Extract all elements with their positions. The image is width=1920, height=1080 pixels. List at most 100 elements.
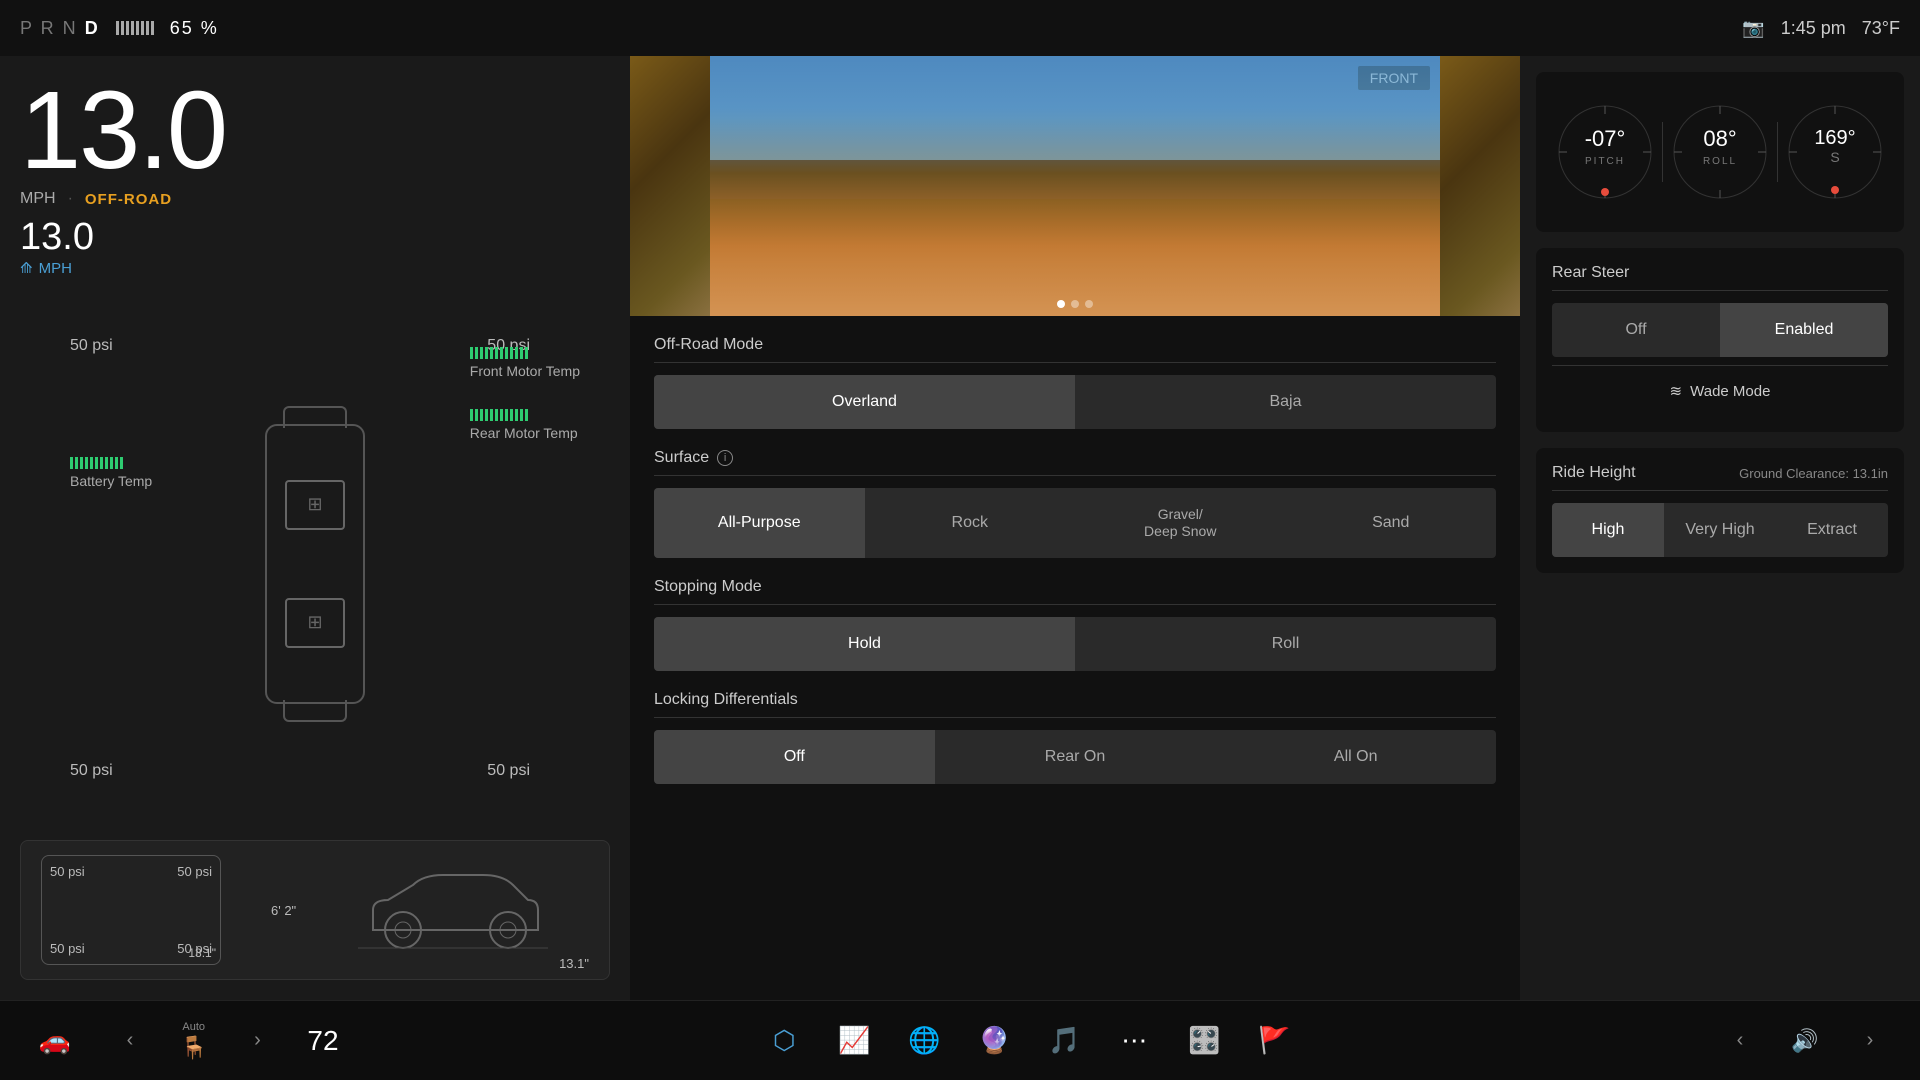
- controls-btn[interactable]: 🎛️: [1179, 1016, 1229, 1066]
- pitch-gauge-svg: -07° PITCH: [1555, 102, 1655, 202]
- tire-rear-left-psi: 50 psi: [70, 762, 113, 780]
- rear-steer-enabled-btn[interactable]: Enabled: [1720, 303, 1888, 357]
- speed-unit: MPH: [20, 190, 56, 208]
- rear-motor-temp: Rear Motor Temp: [470, 409, 580, 441]
- surface-rock-btn[interactable]: Rock: [865, 488, 1076, 558]
- bluetooth-btn[interactable]: ⬡: [759, 1016, 809, 1066]
- stopping-hold-btn[interactable]: Hold: [654, 617, 1075, 671]
- volume-back-btn[interactable]: ‹: [1720, 1021, 1760, 1061]
- diff-allon-btn[interactable]: All On: [1215, 730, 1496, 784]
- stopping-roll-btn[interactable]: Roll: [1075, 617, 1496, 671]
- nav-back-btn[interactable]: ‹: [110, 1021, 150, 1061]
- volume-icon[interactable]: 🔊: [1780, 1016, 1830, 1066]
- surface-info-icon[interactable]: i: [717, 450, 733, 466]
- top-tire-row: 50 psi 50 psi: [50, 864, 212, 879]
- battery-bars: [116, 21, 154, 35]
- more-btn[interactable]: ⋯: [1109, 1016, 1159, 1066]
- tire-fl-bottom: 50 psi: [50, 864, 85, 879]
- ride-extract-btn[interactable]: Extract: [1776, 503, 1888, 557]
- battery-percentage: 65 %: [170, 18, 219, 39]
- tire-fr-bottom: 50 psi: [177, 864, 212, 879]
- camera-icon: 📷: [1742, 18, 1764, 39]
- cam-dot-2: [1071, 300, 1079, 308]
- compass-display: 169° S: [1785, 102, 1885, 202]
- front-motor-temp: Front Motor Temp: [470, 347, 580, 379]
- browser-btn[interactable]: 🌐: [899, 1016, 949, 1066]
- rear-steer-title: Rear Steer: [1552, 264, 1888, 291]
- stopping-mode-section: Stopping Mode Hold Roll: [654, 578, 1496, 671]
- ride-veryhigh-btn[interactable]: Very High: [1664, 503, 1776, 557]
- wade-mode-icon: ≋: [1670, 382, 1683, 400]
- nav-right-section: ‹ 🔊 ›: [1720, 1016, 1890, 1066]
- temperature-display: 73°F: [1862, 18, 1900, 39]
- svg-text:S: S: [1830, 149, 1839, 165]
- rear-steer-options: Off Enabled: [1552, 303, 1888, 357]
- camera-left-view: [630, 56, 710, 316]
- rear-steer-off-btn[interactable]: Off: [1552, 303, 1720, 357]
- home-nav-btn[interactable]: 🚗: [30, 1016, 80, 1066]
- nav-left-section: 🚗 ‹ Auto 🪑 › 72: [30, 1016, 339, 1066]
- motor-temp-gauges: Front Motor Temp Rear Motor Temp: [470, 347, 580, 441]
- wade-mode-btn[interactable]: ≋ Wade Mode: [1552, 365, 1888, 416]
- roll-display: 08° ROLL: [1670, 102, 1770, 202]
- volume-forward-btn[interactable]: ›: [1850, 1021, 1890, 1061]
- stopping-mode-title: Stopping Mode: [654, 578, 1496, 605]
- ride-height-title: Ride Height: [1552, 464, 1636, 482]
- offroad-overland-btn[interactable]: Overland: [654, 375, 1075, 429]
- camera-right-view: [1440, 56, 1520, 316]
- current-time: 1:45 pm: [1781, 18, 1846, 39]
- cam-dot-3: [1085, 300, 1093, 308]
- offroad-mode-options: Overland Baja: [654, 375, 1496, 429]
- camera-front-view: FRONT: [710, 56, 1440, 316]
- svg-text:-07°: -07°: [1585, 126, 1626, 151]
- surface-options: All-Purpose Rock Gravel/Deep Snow Sand: [654, 488, 1496, 558]
- vehicle-top-view: 50 psi 50 psi 50 psi 50 psi 13.1": [41, 855, 221, 965]
- diff-rearon-btn[interactable]: Rear On: [935, 730, 1216, 784]
- ground-clearance-label: Ground Clearance: 13.1in: [1739, 466, 1888, 481]
- locking-diff-section: Locking Differentials Off Rear On All On: [654, 691, 1496, 784]
- offroad-mode-title: Off-Road Mode: [654, 336, 1496, 363]
- surface-title: Surface i: [654, 449, 1496, 476]
- vehicle-diagram: 50 psi 50 psi 50 psi 50 psi Battery Temp…: [20, 297, 610, 830]
- surface-sand-btn[interactable]: Sand: [1286, 488, 1497, 558]
- nav-arrow-icon: ⟰: [20, 259, 33, 277]
- svg-text:ROLL: ROLL: [1703, 156, 1737, 167]
- energy-btn[interactable]: 📈: [829, 1016, 879, 1066]
- ride-height-options: High Very High Extract: [1552, 503, 1888, 557]
- svg-text:169°: 169°: [1814, 127, 1855, 149]
- drive-mode-badge: OFF-ROAD: [85, 191, 172, 208]
- ride-high-btn[interactable]: High: [1552, 503, 1664, 557]
- height-indicator: 6' 2": [271, 903, 296, 918]
- speed-value: 13.0: [20, 76, 610, 186]
- climate-control-wrapper: Auto 🪑: [180, 1021, 207, 1061]
- divider-2: [1777, 122, 1778, 182]
- surface-allpurpose-btn[interactable]: All-Purpose: [654, 488, 865, 558]
- offroad-baja-btn[interactable]: Baja: [1075, 375, 1496, 429]
- speed-display: 13.0 MPH · OFF-ROAD 13.0 ⟰ MPH: [20, 76, 610, 277]
- gear-battery-display: P R N D 65 %: [20, 18, 219, 39]
- diff-off-btn[interactable]: Off: [654, 730, 935, 784]
- right-panel: -07° PITCH 08° ROLL: [1520, 56, 1920, 1000]
- spotify-btn[interactable]: 🎵: [1039, 1016, 1089, 1066]
- svg-text:PITCH: PITCH: [1585, 156, 1625, 167]
- rear-steer-section: Rear Steer Off Enabled ≋ Wade Mode: [1536, 248, 1904, 432]
- location-btn[interactable]: 🚩: [1249, 1016, 1299, 1066]
- attitude-display: -07° PITCH 08° ROLL: [1536, 72, 1904, 232]
- vehicle-body-outline: ⊞ ⊞: [265, 424, 365, 704]
- ground-clearance-small: 13.1": [188, 946, 216, 960]
- nav-forward-btn[interactable]: ›: [237, 1021, 277, 1061]
- surface-section: Surface i All-Purpose Rock Gravel/Deep S…: [654, 449, 1496, 558]
- locking-diff-options: Off Rear On All On: [654, 730, 1496, 784]
- bottom-vehicle-map: 50 psi 50 psi 50 psi 50 psi 13.1" 6' 2": [20, 840, 610, 980]
- time-temp-display: 📷 1:45 pm 73°F: [1742, 18, 1900, 39]
- camera-btn[interactable]: 🔮: [969, 1016, 1019, 1066]
- divider-1: [1662, 122, 1663, 182]
- auto-label: Auto: [180, 1021, 207, 1033]
- surface-gravel-btn[interactable]: Gravel/Deep Snow: [1075, 488, 1286, 558]
- rear-motor-icon: ⊞: [285, 598, 345, 648]
- pitch-display: -07° PITCH: [1555, 102, 1655, 202]
- compass-gauge-svg: 169° S: [1785, 102, 1885, 202]
- speed-label: MPH · OFF-ROAD: [20, 190, 610, 208]
- seat-icon: 🪑: [180, 1035, 207, 1061]
- seat-heat-icon: 🪑: [180, 1035, 207, 1061]
